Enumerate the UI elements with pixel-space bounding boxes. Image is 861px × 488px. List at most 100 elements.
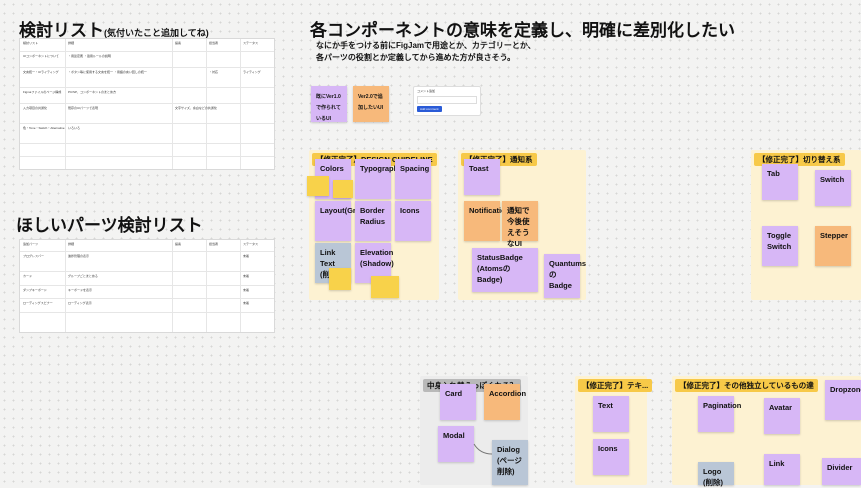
note-text: Dialog (ページ 削除)	[497, 445, 522, 476]
legend-note-existing[interactable]: 既にVer1.0で作られているUI	[311, 86, 347, 122]
sticky-note[interactable]: Avatar	[764, 398, 800, 434]
note-text: Link	[769, 459, 785, 468]
note-text: Avatar	[769, 403, 793, 412]
table-row[interactable]: プログレスバー 進捗管理の表示 未着	[20, 251, 274, 258]
comment-widget[interactable]: コメント追加 Add comment	[413, 86, 481, 116]
section-undecided[interactable]: 中身入れ替えっぽくなる？ Card Accordion Modal Dialog…	[420, 376, 528, 485]
wanted-parts-table[interactable]: 追加パーツ 詳細 提案 担当者 ステータス プログレスバー 進捗管理の表示 未着…	[19, 239, 275, 333]
table-row[interactable]	[20, 312, 274, 313]
table-cell: UIコンポーネントについて	[23, 54, 59, 58]
sticky-note[interactable]: Typography	[355, 159, 402, 199]
sticky-note[interactable]: Spacing	[395, 159, 431, 199]
table-row[interactable]: UIコンポーネントについて ・用途定義 ・適用ルールの説明	[20, 51, 274, 58]
review-table[interactable]: 検討リスト 詳細 提案 担当者 ステータス UIコンポーネントについて ・用途定…	[19, 38, 275, 170]
note-text: Toggle Switch	[767, 231, 792, 251]
sticky-note[interactable]: Modal	[438, 426, 474, 462]
sticky-note[interactable]: Dialog (ページ 削除)	[492, 440, 528, 485]
sticky-note[interactable]: Accordion	[484, 384, 526, 420]
sticky-note[interactable]: Quantumsの Badge	[544, 254, 586, 298]
table-cell: PC/SP、コンポーネントのまとめ方	[68, 90, 117, 94]
note-text: Modal	[443, 431, 465, 440]
sticky-note[interactable]: Icons	[395, 201, 431, 241]
sticky-note[interactable]: Toggle Switch	[762, 226, 798, 266]
table-cell: 未着	[243, 301, 250, 305]
table-cell: 検討リスト	[23, 41, 39, 45]
note-text: Colors	[320, 164, 344, 173]
section-toggle[interactable]: 【修正完了】切り替え系 Tab Switch Toggle Switch Ste…	[751, 150, 861, 300]
table-cell: 進捗管理の表示	[68, 254, 90, 258]
table-cell: グループごとまとめる	[68, 274, 98, 278]
table-row[interactable]: カード グループごとまとめる 未着	[20, 271, 274, 278]
table-row[interactable]	[20, 143, 274, 144]
note-text: Elevation (Shadow)	[360, 248, 394, 268]
table-cell: 詳細	[68, 41, 75, 45]
note-text: Quantumsの Badge	[549, 259, 587, 290]
note-text: Ver2.0で追加したいUI	[358, 94, 384, 111]
widget-input[interactable]	[417, 96, 477, 104]
note-text: Stepper	[820, 231, 848, 240]
sticky-note[interactable]: Card	[440, 384, 476, 420]
table-cell: 提案	[175, 242, 182, 246]
sticky-note[interactable]: Link	[764, 454, 800, 485]
sticky-note-small[interactable]	[371, 276, 399, 298]
sticky-note[interactable]: StatusBadge (AtomsのBadge)	[472, 248, 538, 292]
table-cell: キーボードを表示	[68, 288, 93, 292]
table-cell: ・ボタン等に使用する文言を統一 ・用語の言い回しの統一	[68, 70, 147, 74]
connector-arrow	[473, 443, 493, 455]
note-text: Toast	[469, 164, 489, 173]
sticky-note[interactable]: Toast	[464, 159, 500, 195]
wanted-parts-title: ほしいパーツ検討リスト	[16, 216, 203, 235]
table-row[interactable]: ダンプキーボード キーボードを表示 未着	[20, 285, 274, 292]
table-row[interactable]: Figmaファイルのページ構成 PC/SP、コンポーネントのまとめ方	[20, 87, 274, 94]
table-row[interactable]: 入力項目の共通化 既存のUIパーツで表現 文字サイズ、余白などの共通化	[20, 103, 274, 110]
note-text: Card	[445, 389, 463, 398]
main-subtext-2: 各パーツの役割とか定義してから進めた方が良さそう。	[316, 53, 516, 62]
section-title: 【修正完了】その他独立しているもの達	[675, 379, 818, 392]
sticky-note[interactable]: Notification	[464, 201, 510, 241]
table-row[interactable]: 色・Tone・Switch・Alternative いろいろ	[20, 123, 274, 130]
table-row[interactable]	[20, 156, 274, 157]
note-text: Border Radius	[360, 206, 386, 226]
note-text: Icons	[598, 444, 618, 453]
sticky-note[interactable]: Dropzone	[825, 380, 861, 420]
table-cell: ・対応	[209, 70, 219, 74]
section-independent[interactable]: 【修正完了】その他独立しているもの達 Pagination Avatar Dro…	[672, 376, 861, 487]
sticky-note[interactable]: Logo (削除)	[698, 462, 734, 487]
sticky-note[interactable]: Layout(Grid)	[315, 201, 365, 241]
table-cell: 未着	[243, 288, 250, 292]
sticky-note[interactable]: Pagination	[698, 396, 741, 432]
section-design-guideline[interactable]: 【修正完了】DESIGN GUIDELINE Colors Typography…	[307, 150, 439, 300]
sticky-note[interactable]: Tab	[762, 164, 798, 200]
table-row[interactable]: ローディングスピナー ローディング表示 未着	[20, 298, 274, 305]
sticky-note[interactable]: 通知で今後使えそうなUI	[502, 201, 538, 248]
sticky-note[interactable]: Icons	[593, 439, 629, 475]
table-row[interactable]: 文言統一・UIライティング ・ボタン等に使用する文言を統一 ・用語の言い回しの統…	[20, 67, 274, 74]
table-cell: 追加パーツ	[23, 242, 38, 246]
table-cell: ・用途定義 ・適用ルールの説明	[68, 54, 111, 58]
table-cell: 文言統一・UIライティング	[23, 70, 59, 74]
section-notification[interactable]: 【修正完了】通知系 Toast Notification 通知で今後使えそうなU…	[458, 150, 586, 300]
sticky-note-small[interactable]	[333, 180, 353, 198]
section-text[interactable]: 【修正完了】テキ... Text Icons	[575, 376, 653, 485]
note-text: Pagination	[703, 401, 742, 410]
table-cell: Figmaファイルのページ構成	[23, 90, 62, 94]
note-text: Divider	[827, 463, 853, 472]
sticky-note[interactable]: Stepper	[815, 226, 851, 266]
table-cell: ステータス	[243, 41, 259, 45]
review-list-note: (気付いたこと追加してね)	[104, 28, 209, 38]
sticky-note[interactable]: Border Radius	[355, 201, 391, 241]
note-text: Tab	[767, 169, 780, 178]
note-text: Dropzone	[830, 385, 861, 394]
sticky-note-small[interactable]	[307, 176, 329, 196]
sticky-note[interactable]: Switch	[815, 170, 851, 206]
sticky-note[interactable]: Divider	[822, 458, 861, 485]
table-cell: 既存のUIパーツで表現	[68, 106, 98, 110]
note-text: Accordion	[489, 389, 527, 398]
sticky-note-small[interactable]	[329, 268, 351, 290]
note-text: Spacing	[400, 164, 430, 173]
note-text: Icons	[400, 206, 420, 215]
widget-button[interactable]: Add comment	[417, 106, 442, 112]
legend-note-new[interactable]: Ver2.0で追加したいUI	[353, 86, 389, 122]
sticky-note[interactable]: Text	[593, 396, 629, 432]
table-cell: 提案	[175, 41, 182, 45]
